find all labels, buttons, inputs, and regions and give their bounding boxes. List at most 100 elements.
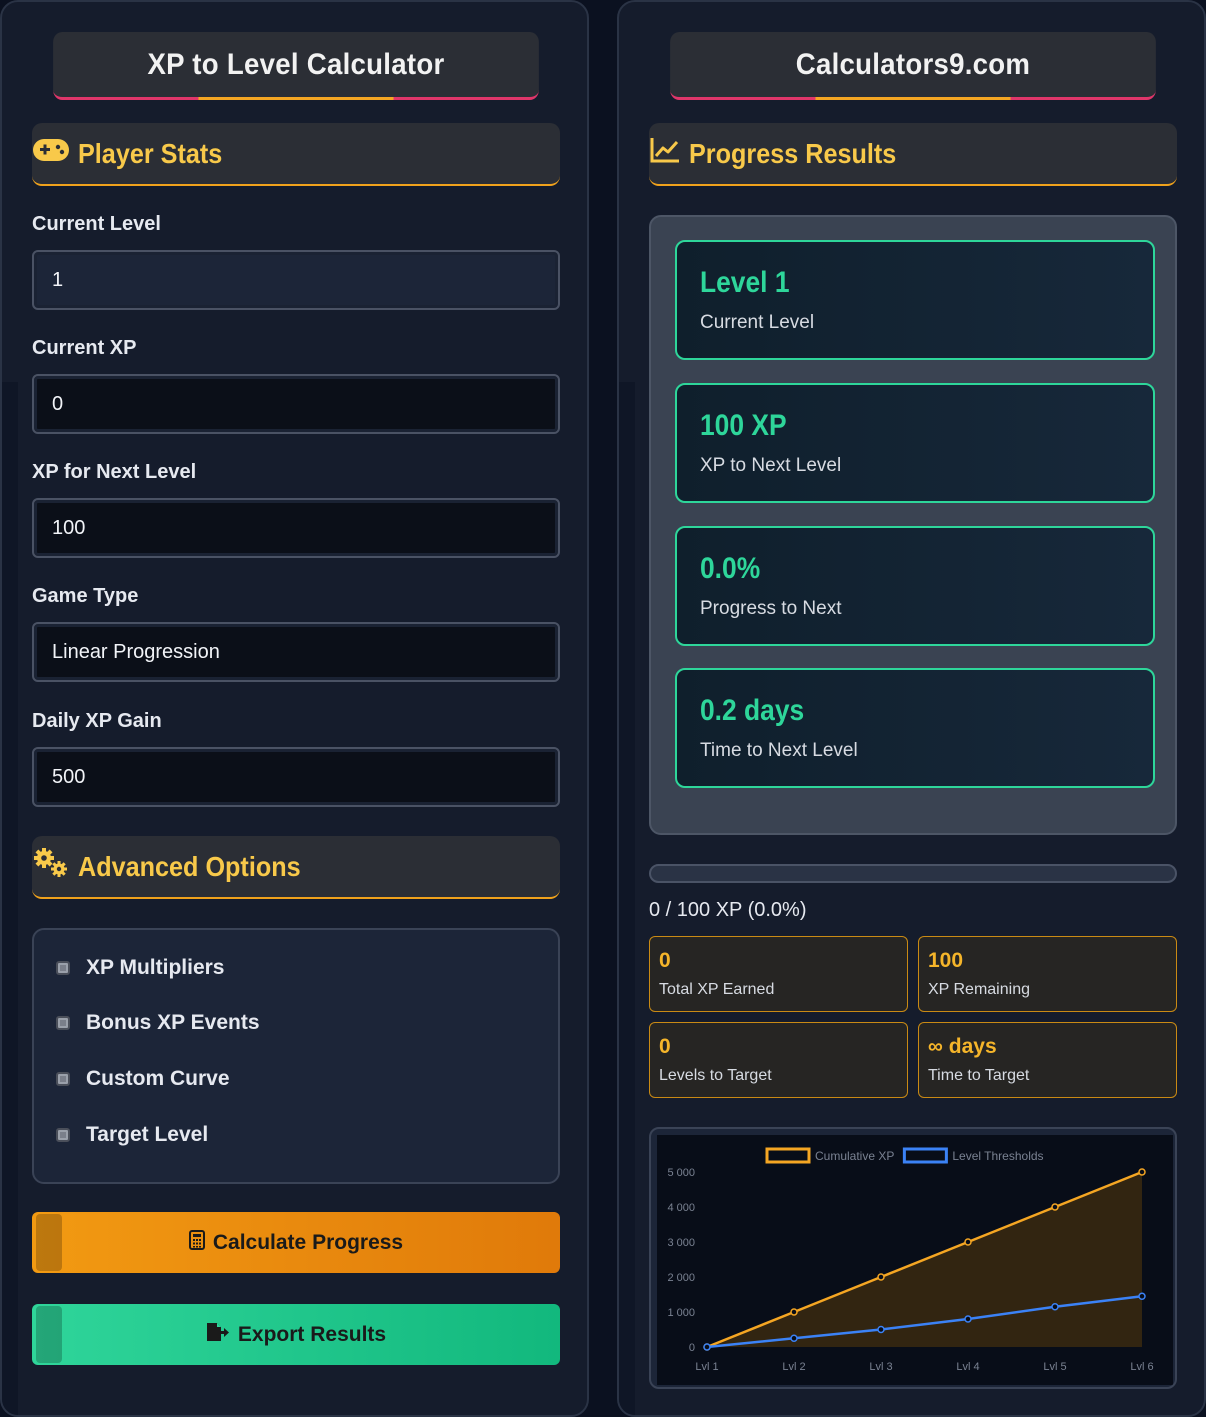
series-point-0	[790, 1308, 798, 1316]
result-label: Progress to Next	[700, 598, 842, 619]
result-value: 0.2 days	[700, 694, 805, 727]
chart-line-icon	[649, 136, 681, 171]
daily-xp-label: Daily XP Gain	[32, 710, 162, 732]
result-label: XP to Next Level	[700, 455, 842, 476]
checkbox[interactable]	[56, 961, 70, 975]
calculator-icon	[188, 1229, 205, 1256]
game-type-label: Game Type	[32, 585, 139, 607]
advanced-options-heading: Advanced Options	[78, 850, 301, 882]
option-bonus-xp-events[interactable]: Bonus XP Events	[56, 1011, 260, 1035]
game-type-select[interactable]: Linear Progression	[32, 622, 560, 682]
stat-value: 100	[928, 949, 964, 972]
site-title: Calculators9.com	[670, 32, 1156, 100]
calculate-progress-button[interactable]: Calculate Progress	[32, 1212, 560, 1273]
result-card-xp-to-next: 100 XP XP to Next Level	[675, 383, 1155, 503]
calculator-title: XP to Level Calculator	[53, 32, 539, 100]
current-xp-input[interactable]: 0	[32, 374, 560, 434]
xp-next-level-label: XP for Next Level	[32, 461, 197, 483]
series-point-1	[703, 1343, 711, 1351]
series-point-0	[1051, 1203, 1059, 1211]
results-panel: Calculators9.com Progress Results Level …	[617, 0, 1206, 1417]
xp-next-level-input[interactable]: 100	[32, 498, 560, 558]
series-point-1	[1051, 1303, 1059, 1311]
result-card-current-level: Level 1 Current Level	[675, 240, 1155, 360]
result-value: 100 XP	[700, 409, 787, 442]
y-tick-label: 1 000	[667, 1307, 695, 1319]
stat-label: Levels to Target	[659, 1067, 772, 1084]
checkbox[interactable]	[56, 1016, 70, 1030]
results-cards: Level 1 Current Level 100 XP XP to Next …	[649, 215, 1177, 835]
gamepad-icon	[32, 137, 70, 170]
y-tick-label: 4 000	[667, 1202, 695, 1214]
checkbox[interactable]	[56, 1128, 70, 1142]
current-level-label: Current Level	[32, 213, 161, 235]
stat-label: Total XP Earned	[659, 981, 775, 998]
current-level-input[interactable]: 1	[32, 250, 560, 310]
series-point-0	[964, 1238, 972, 1246]
xp-chart: 0 1 000 2 000 3 000 4 000 5 000 Lvl 1 Lvl 2 Lvl …	[649, 1127, 1177, 1389]
series-point-1	[790, 1334, 798, 1342]
x-tick-label: Lvl 3	[869, 1361, 892, 1373]
file-export-icon	[206, 1322, 230, 1348]
player-stats-header: Player Stats	[32, 123, 560, 186]
current-xp-label: Current XP	[32, 337, 137, 359]
xp-chart-svg: 0 1 000 2 000 3 000 4 000 5 000 Lvl 1 Lvl 2 Lvl …	[657, 1135, 1173, 1385]
x-tick-label: Lvl 4	[956, 1361, 979, 1373]
stat-label: Time to Target	[928, 1067, 1030, 1084]
calculator-panel: XP to Level Calculator Player Stats Curr…	[0, 0, 589, 1417]
series-point-1	[877, 1325, 885, 1334]
player-stats-heading: Player Stats	[78, 137, 223, 169]
series-point-1	[1138, 1292, 1146, 1300]
button-shade	[36, 1214, 62, 1271]
advanced-options-header: Advanced Options	[32, 836, 560, 899]
option-label: Target Level	[86, 1123, 209, 1146]
option-custom-curve[interactable]: Custom Curve	[56, 1067, 230, 1091]
checkbox[interactable]	[56, 1072, 70, 1086]
x-tick-label: Lvl 5	[1043, 1361, 1066, 1373]
button-shade	[36, 1306, 62, 1363]
result-label: Time to Next Level	[700, 740, 858, 761]
panel-edge-shade	[2, 382, 18, 1415]
x-tick-label: Lvl 1	[695, 1361, 718, 1373]
result-value: Level 1	[700, 266, 790, 299]
x-tick-label: Lvl 6	[1130, 1361, 1153, 1373]
option-label: Bonus XP Events	[86, 1011, 260, 1034]
result-value: 0.0%	[700, 552, 761, 585]
result-card-progress: 0.0% Progress to Next	[675, 526, 1155, 646]
stat-time-to-target: ∞ days Time to Target	[918, 1022, 1177, 1098]
stat-total-xp-earned: 0 Total XP Earned	[649, 936, 908, 1012]
progress-results-header: Progress Results	[649, 123, 1177, 186]
stat-xp-remaining: 100 XP Remaining	[918, 936, 1177, 1012]
y-tick-label: 3 000	[667, 1237, 695, 1249]
x-tick-label: Lvl 2	[782, 1361, 805, 1373]
panel-edge-shade	[619, 382, 635, 1415]
y-tick-label: 2 000	[667, 1272, 695, 1284]
export-results-button[interactable]: Export Results	[32, 1304, 560, 1365]
xp-progress-bar	[649, 864, 1177, 883]
series-point-0	[877, 1273, 885, 1281]
option-label: Custom Curve	[86, 1067, 230, 1090]
stat-value: 0	[659, 949, 671, 972]
option-label: XP Multipliers	[86, 956, 225, 979]
export-results-label: Export Results	[237, 1322, 387, 1346]
y-tick-label: 0	[689, 1342, 695, 1354]
y-tick-label: 5 000	[667, 1167, 695, 1179]
advanced-options-list: XP Multipliers Bonus XP Events Custom Cu…	[32, 928, 560, 1184]
stat-value: ∞ days	[928, 1035, 997, 1058]
daily-xp-input[interactable]: 500	[32, 747, 560, 807]
option-xp-multipliers[interactable]: XP Multipliers	[56, 956, 224, 980]
calculate-progress-label: Calculate Progress	[212, 1230, 404, 1254]
series-point-1	[964, 1315, 972, 1323]
progress-results-heading: Progress Results	[689, 137, 897, 169]
xp-progress-text: 0 / 100 XP (0.0%)	[649, 899, 807, 921]
option-target-level[interactable]: Target Level	[56, 1123, 208, 1147]
result-card-time-to-next: 0.2 days Time to Next Level	[675, 668, 1155, 788]
stat-levels-to-target: 0 Levels to Target	[649, 1022, 908, 1098]
stat-label: XP Remaining	[928, 981, 1030, 998]
stat-value: 0	[659, 1035, 671, 1058]
gears-icon	[32, 847, 70, 886]
legend-label-1: Level Thresholds	[952, 1149, 1043, 1163]
result-label: Current Level	[700, 312, 815, 333]
legend-label-0: Cumulative XP	[815, 1149, 894, 1163]
series-point-0	[1138, 1168, 1146, 1176]
